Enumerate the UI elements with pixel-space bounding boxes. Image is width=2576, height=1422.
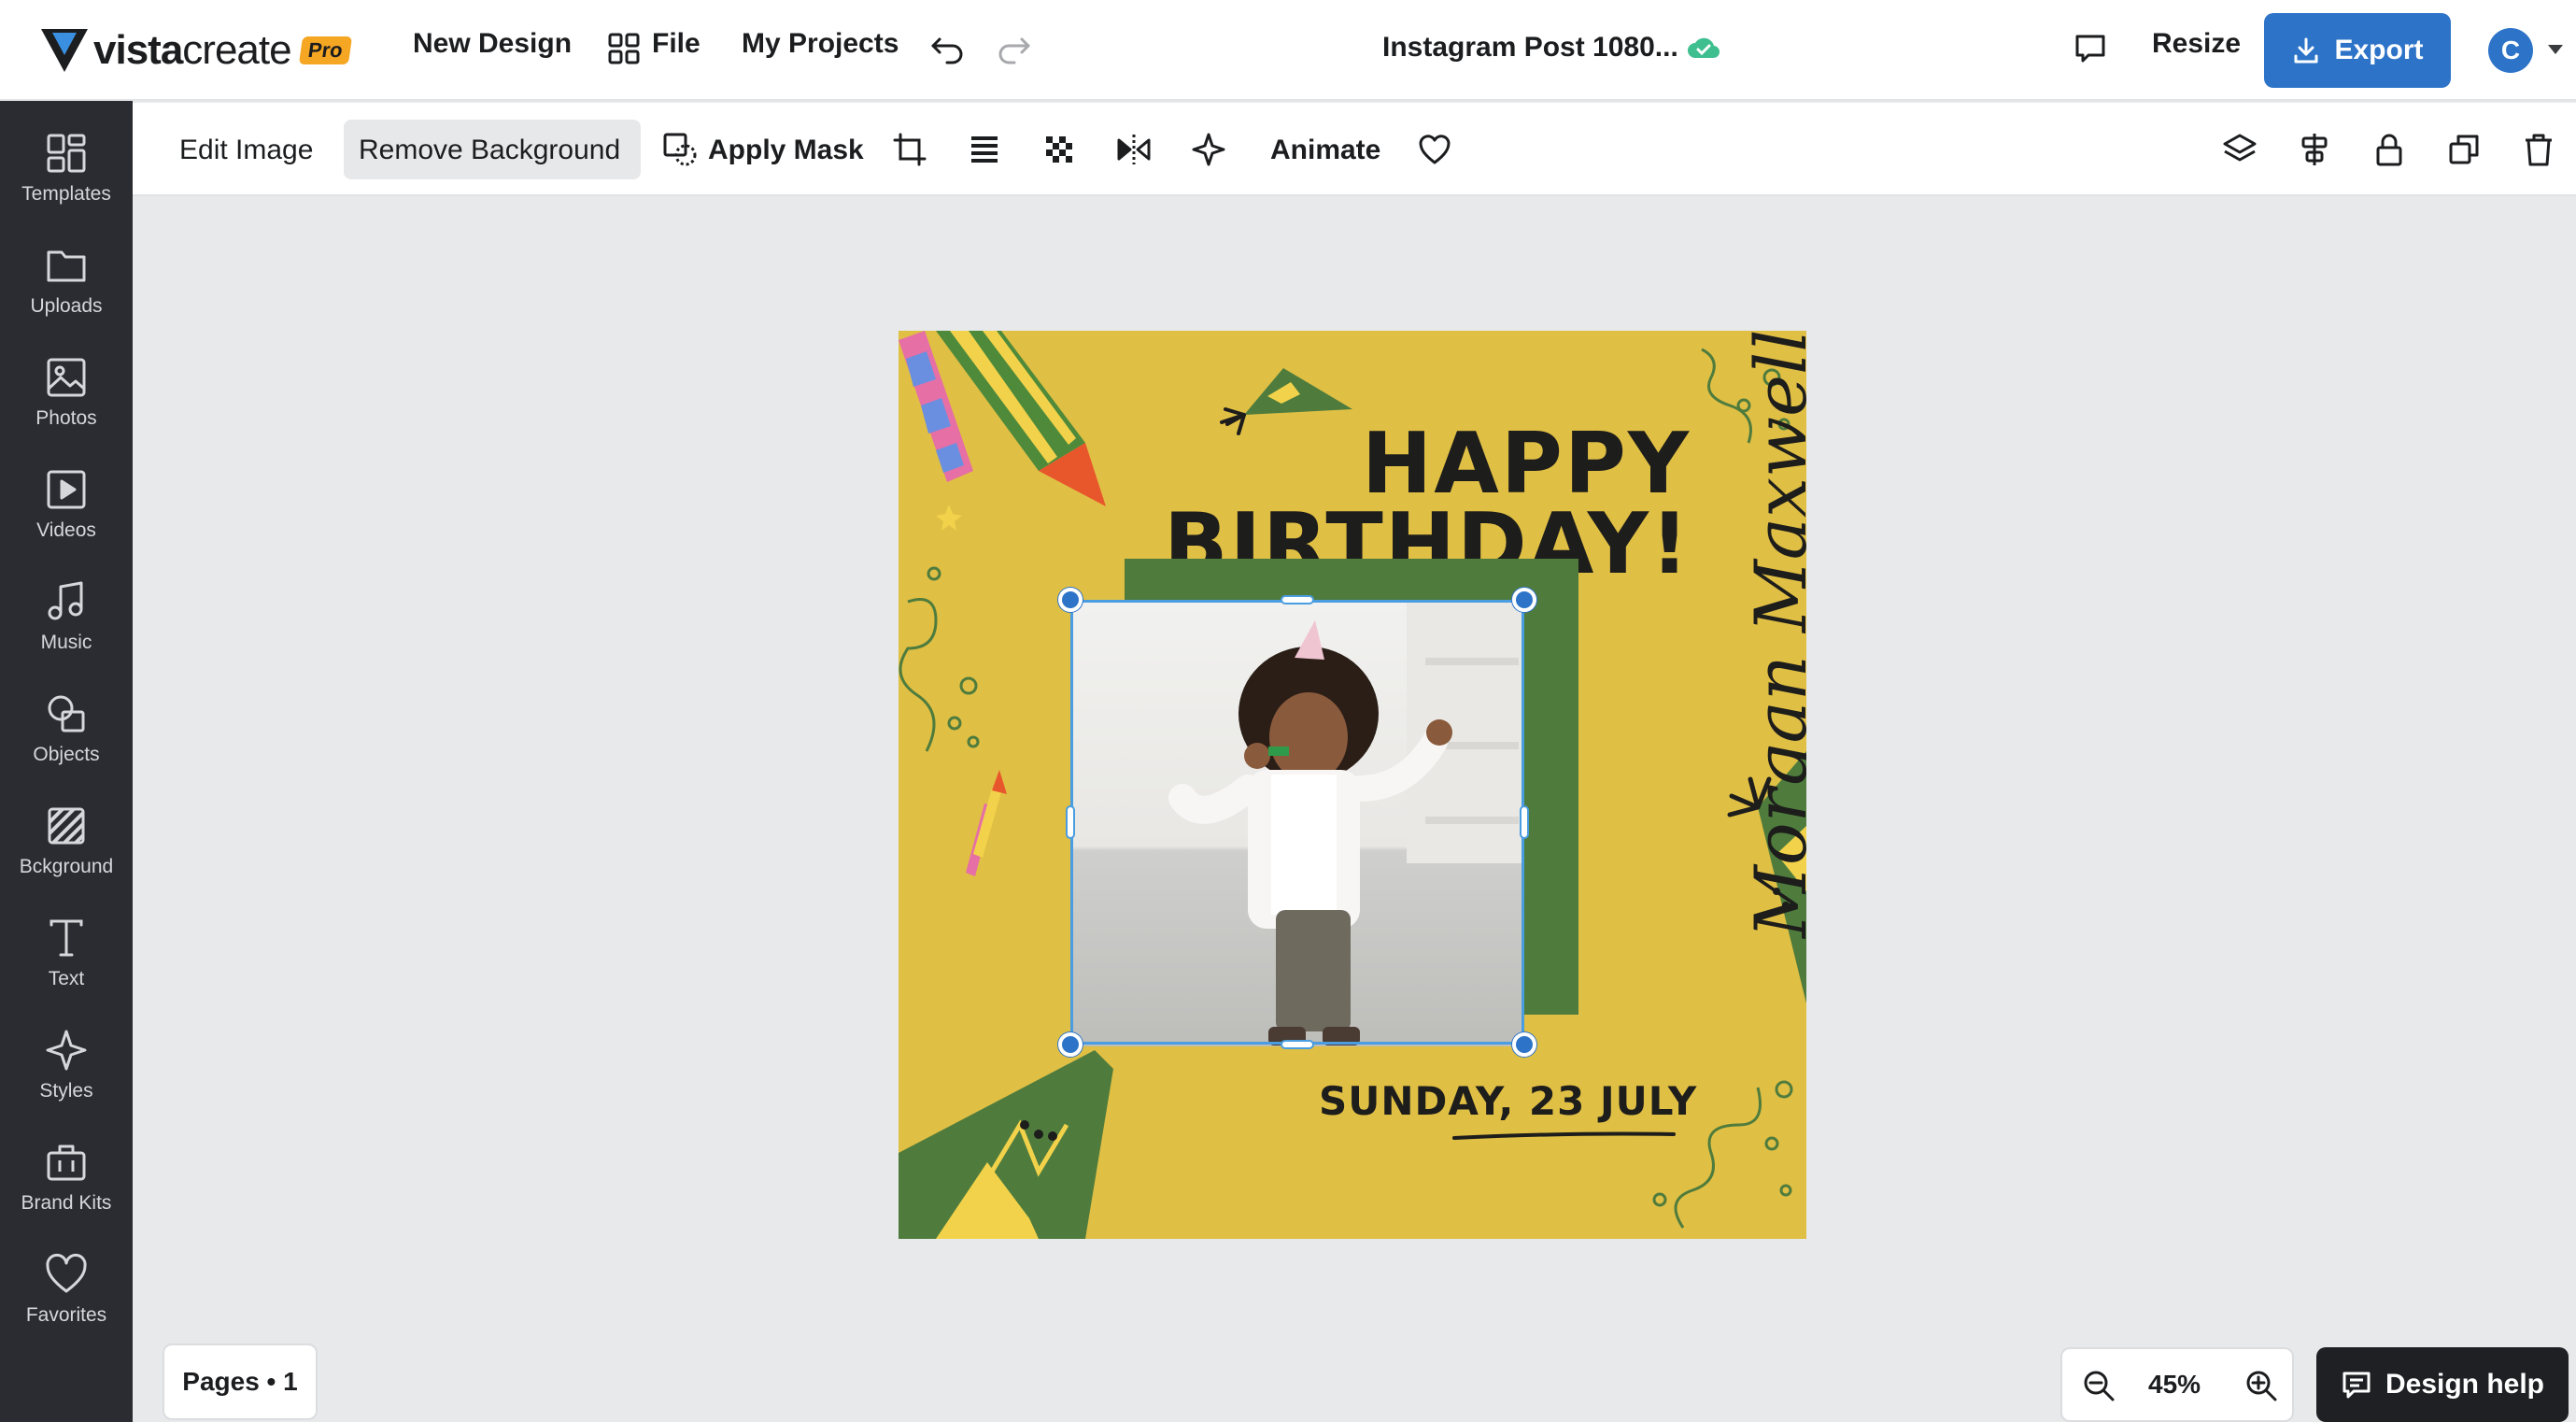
effects-sparkle-icon[interactable] [1190,131,1227,168]
resize-handle-bottom[interactable] [1281,1040,1314,1049]
sidebar-item-uploads[interactable]: Uploads [0,243,133,346]
sidebar-item-background[interactable]: Bckground [0,803,133,906]
document-title[interactable]: Instagram Post 1080... [1382,32,1678,64]
sidebar-item-styles[interactable]: Styles [0,1028,133,1130]
sidebar-item-label: Text [48,968,85,989]
crop-icon[interactable] [891,131,928,168]
flip-icon[interactable] [1115,131,1153,168]
design-help-button[interactable]: Design help [2316,1347,2569,1422]
apply-mask-button[interactable]: Apply Mask [708,135,864,166]
align-icon[interactable] [2296,131,2333,168]
party-hat-large-icon [899,1050,1113,1239]
resize-handle-top-right[interactable] [1512,588,1536,612]
zoom-out-icon[interactable] [2081,1368,2116,1403]
mask-icon[interactable] [661,131,699,168]
image-toolbar: Edit Image Remove Background Apply Mask … [133,103,2576,196]
pages-button[interactable]: Pages • 1 [163,1344,318,1420]
lock-icon[interactable] [2371,131,2408,168]
export-button[interactable]: Export [2264,13,2451,88]
sidebar-item-label: Music [40,632,92,653]
user-avatar[interactable]: C [2488,28,2533,73]
sidebar-item-templates[interactable]: Templates [0,131,133,234]
sidebar-item-label: Styles [39,1080,93,1102]
sidebar-item-objects[interactable]: Objects [0,691,133,794]
shapes-icon [48,695,85,732]
sidebar-item-label: Bckground [19,856,114,877]
heart-icon [46,1253,87,1293]
left-sidebar: Templates Uploads Photos Videos Music Ob… [0,101,133,1422]
sidebar-item-music[interactable]: Music [0,579,133,682]
grid-icon[interactable] [605,30,643,67]
chevron-down-icon[interactable] [2546,43,2565,56]
sidebar-item-label: Favorites [25,1304,107,1326]
sidebar-item-brand-kits[interactable]: Brand Kits [0,1140,133,1243]
redo-icon[interactable] [996,30,1033,67]
resize-handle-top-left[interactable] [1058,588,1083,612]
templates-icon [47,134,86,173]
sidebar-item-photos[interactable]: Photos [0,355,133,458]
favorite-heart-icon[interactable] [1416,131,1453,168]
trash-icon[interactable] [2520,131,2557,168]
sidebar-item-label: Videos [36,519,96,541]
top-bar: vistacreate Pro New Design File My Proje… [0,0,2576,101]
sidebar-item-label: Templates [21,183,111,205]
stripes-icon [48,807,85,845]
animate-button[interactable]: Animate [1270,135,1380,166]
sidebar-item-label: Objects [33,744,100,765]
export-label: Export [2334,35,2424,65]
transparency-icon[interactable] [1040,131,1078,168]
sparkle-icon [46,1030,87,1071]
zoom-level: 45% [2148,1370,2201,1399]
sidebar-item-label: Brand Kits [21,1192,112,1214]
logo-mark-icon [41,29,88,72]
sidebar-item-text[interactable]: Text [0,916,133,1018]
adjust-icon[interactable] [966,131,1003,168]
resize-handle-left[interactable] [1066,805,1075,839]
pro-badge: Pro [298,36,352,64]
small-firework-icon [966,770,1007,876]
image-icon [47,358,86,397]
undo-icon[interactable] [928,30,966,67]
sidebar-item-label: Photos [35,407,97,429]
remove-background-button[interactable]: Remove Background [359,135,620,166]
edit-image-button[interactable]: Edit Image [179,135,313,166]
layers-icon[interactable] [2221,131,2258,168]
folder-icon [47,250,86,282]
comment-icon[interactable] [2072,30,2109,67]
vistacreate-logo[interactable]: vistacreate Pro [41,26,352,75]
selection-box [1070,600,1524,1045]
chat-icon [2342,1372,2371,1399]
logo-wordmark: vistacreate [93,27,292,73]
headline-line-1: HAPPY [1361,415,1691,513]
zoom-in-icon[interactable] [2243,1368,2279,1403]
date-text[interactable]: SUNDAY, 23 JULY [1319,1078,1697,1124]
resize-handle-right[interactable] [1520,805,1529,839]
new-design-button[interactable]: New Design [413,28,572,60]
sidebar-item-videos[interactable]: Videos [0,467,133,570]
cloud-saved-icon [1688,37,1720,59]
name-text[interactable]: Morgan Maxwell [1739,331,1806,938]
briefcase-icon [47,1145,86,1181]
resize-handle-top[interactable] [1281,595,1314,604]
party-cracker-icon [936,331,1106,506]
design-help-label: Design help [2385,1369,2545,1400]
resize-button[interactable]: Resize [2152,28,2241,60]
file-menu[interactable]: File [652,28,701,60]
duplicate-icon[interactable] [2445,131,2483,168]
my-projects-link[interactable]: My Projects [742,28,899,60]
text-icon [50,919,83,957]
play-icon [47,470,86,509]
music-note-icon [48,581,83,620]
download-icon [2294,37,2318,64]
resize-handle-bottom-left[interactable] [1058,1032,1083,1057]
sidebar-item-label: Uploads [30,295,103,317]
resize-handle-bottom-right[interactable] [1512,1032,1536,1057]
sidebar-item-favorites[interactable]: Favorites [0,1252,133,1355]
zoom-control: 45% [2060,1347,2294,1422]
